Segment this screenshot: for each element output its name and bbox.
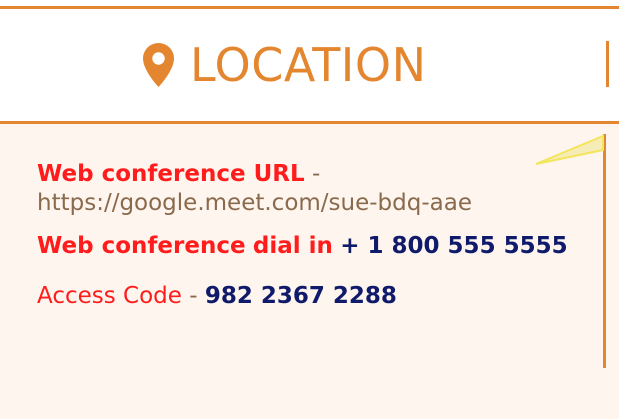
- location-details-panel: Web conference URL - https://google.meet…: [0, 124, 619, 419]
- web-conference-url-row: Web conference URL - https://google.meet…: [37, 160, 597, 218]
- header-divider: [606, 41, 609, 87]
- location-title-group: LOCATION: [143, 29, 427, 101]
- access-code-label: Access Code: [37, 283, 182, 310]
- dial-in-label: dial in: [252, 232, 333, 259]
- access-code-value: 982 2367 2288: [204, 283, 397, 310]
- map-pin-icon: [143, 43, 174, 87]
- web-conference-url-separator: -: [304, 161, 321, 187]
- location-details-content: Web conference URL - https://google.meet…: [37, 160, 597, 311]
- access-code-row: Access Code - 982 2367 2288: [37, 282, 597, 311]
- dial-in-value: + 1 800 555 5555: [340, 232, 568, 259]
- access-code-separator: -: [181, 283, 205, 310]
- web-conference-url-value[interactable]: https://google.meet.com/sue-bdq-aae: [37, 190, 472, 216]
- section-title: LOCATION: [190, 38, 427, 92]
- web-conference-dialin-row: Web conference dial in + 1 800 555 5555: [37, 232, 597, 261]
- location-header: LOCATION: [0, 9, 619, 121]
- panel-divider: [603, 134, 606, 368]
- web-conference-dialin-label: Web conference: [37, 232, 246, 259]
- web-conference-url-label: Web conference URL: [37, 161, 305, 187]
